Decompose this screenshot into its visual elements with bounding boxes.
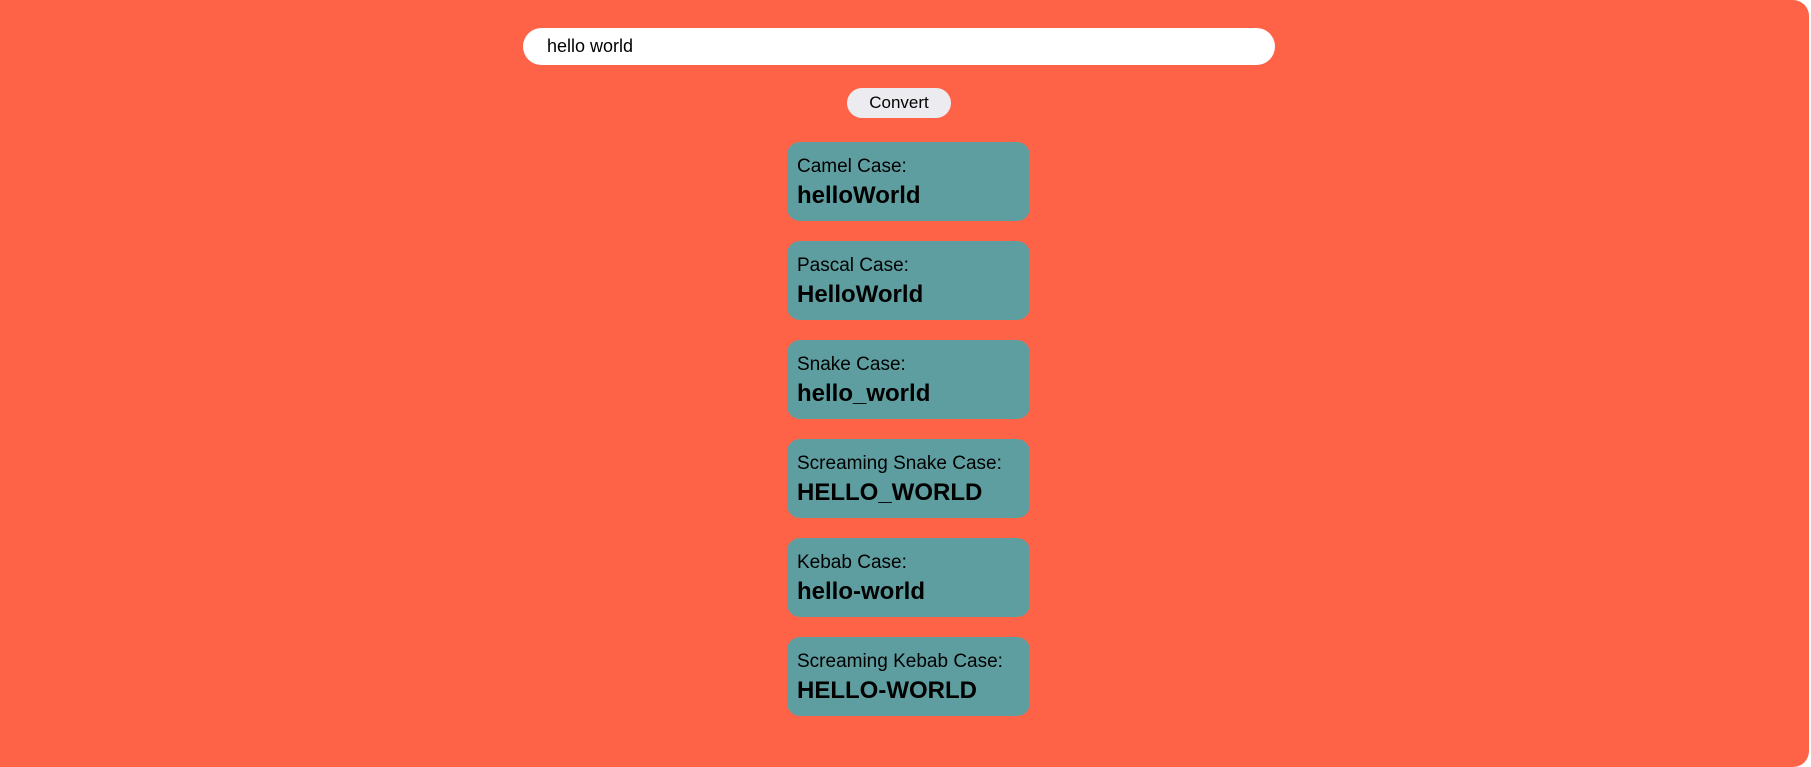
result-value: helloWorld	[797, 182, 921, 209]
convert-button[interactable]: Convert	[847, 88, 951, 118]
result-card-camel-case: Camel Case: helloWorld	[787, 142, 1030, 221]
result-value: HELLO_WORLD	[797, 479, 983, 506]
result-value: HelloWorld	[797, 281, 924, 308]
result-card-screaming-snake-case: Screaming Snake Case: HELLO_WORLD	[787, 439, 1030, 518]
result-label: Screaming Snake Case:	[797, 453, 1002, 474]
text-input[interactable]	[523, 28, 1275, 65]
app-container: Convert Camel Case: helloWorld Pascal Ca…	[0, 0, 1809, 767]
result-label: Camel Case:	[797, 156, 907, 177]
result-card-pascal-case: Pascal Case: HelloWorld	[787, 241, 1030, 320]
results-list: Camel Case: helloWorld Pascal Case: Hell…	[787, 142, 1030, 736]
result-value: hello_world	[797, 380, 931, 407]
result-label: Pascal Case:	[797, 255, 909, 276]
text-input-wrapper	[523, 28, 1275, 65]
result-label: Snake Case:	[797, 354, 906, 375]
result-card-snake-case: Snake Case: hello_world	[787, 340, 1030, 419]
result-value: HELLO-WORLD	[797, 677, 977, 704]
result-card-screaming-kebab-case: Screaming Kebab Case: HELLO-WORLD	[787, 637, 1030, 716]
result-label: Kebab Case:	[797, 552, 907, 573]
result-card-kebab-case: Kebab Case: hello-world	[787, 538, 1030, 617]
result-value: hello-world	[797, 578, 925, 605]
result-label: Screaming Kebab Case:	[797, 651, 1003, 672]
